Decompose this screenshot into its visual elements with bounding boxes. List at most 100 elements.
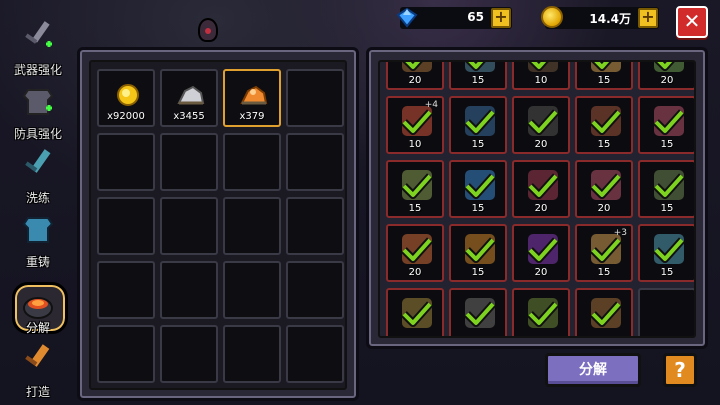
equipment-slot[interactable]: 20 bbox=[512, 224, 570, 282]
equipment-slot[interactable] bbox=[449, 288, 507, 336]
equipment-slot[interactable]: 10 bbox=[512, 62, 570, 90]
equipment-level: 15 bbox=[471, 267, 485, 278]
empty-slot[interactable] bbox=[160, 133, 218, 191]
equipment-level: 15 bbox=[408, 203, 422, 214]
equipment-slot[interactable]: 15 bbox=[449, 62, 507, 90]
add-gold-button[interactable]: + bbox=[638, 8, 658, 28]
empty-slot[interactable] bbox=[286, 133, 344, 191]
equipment-slot[interactable]: 15 bbox=[575, 96, 633, 154]
checkmark-icon bbox=[526, 106, 560, 136]
empty-slot[interactable] bbox=[160, 261, 218, 319]
equipment-slot[interactable]: 20 bbox=[638, 62, 694, 90]
empty-slot[interactable] bbox=[223, 261, 281, 319]
equipment-slot[interactable]: 15 bbox=[386, 160, 444, 218]
gold-coin-icon bbox=[541, 6, 563, 28]
empty-slot[interactable] bbox=[97, 133, 155, 191]
checkmark-icon bbox=[526, 62, 560, 72]
sidebar-item-3[interactable]: 重铸 bbox=[4, 210, 72, 270]
equipment-slot[interactable]: 15 bbox=[449, 96, 507, 154]
sidebar-item-4[interactable]: 分解 bbox=[4, 276, 72, 336]
checkmark-icon bbox=[463, 234, 497, 264]
equipment-slot[interactable]: 15 bbox=[638, 96, 694, 154]
sidebar-item-label: 洗练 bbox=[25, 191, 50, 205]
equipment-slot[interactable]: 20 bbox=[575, 160, 633, 218]
equipment-level: 20 bbox=[597, 203, 611, 214]
equipment-grid[interactable]: 20 15 10 15 20 +4 10 15 20 15 15 15 15 20 20 15 20 15 20 +3… bbox=[378, 60, 696, 338]
checkmark-icon bbox=[400, 234, 434, 264]
checkmark-icon bbox=[400, 170, 434, 200]
sidebar-item-label: 打造 bbox=[25, 385, 50, 399]
material-slot-gold-coin[interactable]: x92000 bbox=[97, 69, 155, 127]
empty-slot[interactable] bbox=[97, 325, 155, 383]
decompose-button[interactable]: 分解 bbox=[545, 353, 641, 387]
equipment-slot[interactable]: 20 bbox=[386, 62, 444, 90]
materials-grid: x92000 x3455 x379 bbox=[89, 60, 347, 390]
gem-counter: 65 + bbox=[396, 7, 512, 29]
equipment-level: 15 bbox=[597, 75, 611, 86]
equipment-level: 15 bbox=[660, 139, 674, 150]
equipment-slot[interactable]: 20 bbox=[386, 224, 444, 282]
recast-icon bbox=[20, 210, 56, 246]
equipment-slot[interactable]: +3 15 bbox=[575, 224, 633, 282]
equipment-slot[interactable]: 15 bbox=[638, 224, 694, 282]
empty-slot[interactable] bbox=[286, 197, 344, 255]
help-button[interactable]: ? bbox=[663, 353, 697, 387]
decompose-icon bbox=[20, 286, 56, 322]
sidebar-item-label: 分解 bbox=[25, 321, 50, 335]
material-slot-silver-ore[interactable]: x3455 bbox=[160, 69, 218, 127]
sidebar-item-2[interactable]: 洗练 bbox=[4, 146, 72, 206]
equipment-level: 15 bbox=[660, 203, 674, 214]
empty-slot[interactable] bbox=[286, 261, 344, 319]
checkmark-icon bbox=[463, 62, 497, 72]
checkmark-icon bbox=[463, 170, 497, 200]
silver-ore-icon bbox=[177, 83, 205, 107]
sword-upgrade-icon bbox=[20, 18, 56, 54]
close-button[interactable]: ✕ bbox=[676, 6, 708, 38]
empty-slot[interactable] bbox=[638, 288, 694, 336]
checkmark-icon bbox=[526, 298, 560, 328]
equipment-level: 15 bbox=[471, 75, 485, 86]
checkmark-icon bbox=[589, 62, 623, 72]
equipment-slot[interactable]: 20 bbox=[512, 96, 570, 154]
material-count: x379 bbox=[239, 111, 265, 122]
equipment-level: 15 bbox=[471, 139, 485, 150]
checkmark-icon bbox=[589, 234, 623, 264]
empty-slot[interactable] bbox=[286, 325, 344, 383]
material-slot-orange-ore[interactable]: x379 bbox=[223, 69, 281, 127]
empty-slot[interactable] bbox=[160, 325, 218, 383]
empty-slot[interactable] bbox=[97, 197, 155, 255]
empty-slot[interactable] bbox=[286, 69, 344, 127]
equipment-level: 10 bbox=[534, 75, 548, 86]
sidebar-item-5[interactable]: 打造 bbox=[4, 340, 72, 400]
gold-counter: 14.4万 + bbox=[541, 6, 659, 29]
add-gems-button[interactable]: + bbox=[491, 8, 511, 28]
empty-slot[interactable] bbox=[223, 197, 281, 255]
checkmark-icon bbox=[526, 234, 560, 264]
checkmark-icon bbox=[652, 62, 686, 72]
empty-slot[interactable] bbox=[223, 133, 281, 191]
checkmark-icon bbox=[652, 234, 686, 264]
empty-slot[interactable] bbox=[223, 325, 281, 383]
sidebar-item-label: 防具强化 bbox=[13, 127, 62, 141]
equipment-slot[interactable]: 20 bbox=[512, 160, 570, 218]
checkmark-icon bbox=[400, 298, 434, 328]
equipment-level: 20 bbox=[534, 267, 548, 278]
empty-slot[interactable] bbox=[97, 261, 155, 319]
equipment-slot[interactable] bbox=[512, 288, 570, 336]
checkmark-icon bbox=[589, 170, 623, 200]
sidebar-item-1[interactable]: 防具强化 bbox=[4, 82, 72, 142]
equipment-slot[interactable]: +4 10 bbox=[386, 96, 444, 154]
sidebar-item-0[interactable]: 武器强化 bbox=[4, 18, 72, 78]
equipment-level: 10 bbox=[408, 139, 422, 150]
sidebar-item-label: 重铸 bbox=[25, 255, 50, 269]
equipment-slot[interactable]: 15 bbox=[449, 224, 507, 282]
equipment-slot[interactable]: 15 bbox=[575, 62, 633, 90]
equipment-slot[interactable]: 15 bbox=[449, 160, 507, 218]
equipment-slot[interactable] bbox=[575, 288, 633, 336]
equipment-slot[interactable]: 15 bbox=[638, 160, 694, 218]
empty-slot[interactable] bbox=[160, 197, 218, 255]
armor-upgrade-icon bbox=[20, 82, 56, 118]
sidebar-item-label: 武器强化 bbox=[13, 63, 62, 77]
equipment-slot[interactable] bbox=[386, 288, 444, 336]
equipment-level: 20 bbox=[660, 75, 674, 86]
